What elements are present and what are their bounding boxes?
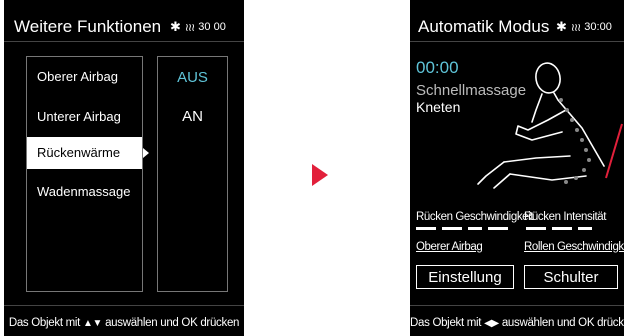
footer-divider [410,305,624,306]
technique-name: Kneten [416,99,461,115]
bluetooth-icon: ✱ [170,19,181,34]
header-divider [410,41,624,42]
back-intensity-label[interactable]: Rücken Intensität [524,211,606,223]
left-status-time: 30 00 [198,21,226,33]
left-footer-hint: Das Objekt mit ▲▼ auswählen und OK drück… [8,317,240,329]
heat-icon: ≀≀≀ [184,21,195,34]
menu-item-lower-airbag[interactable]: Unterer Airbag [27,101,142,133]
selection-arrow-icon [143,148,149,158]
menu-item-back-heat[interactable]: Rückenwärme [27,137,142,169]
back-intensity-level [526,227,592,230]
back-speed-label[interactable]: Rücken Geschwindigkeit [416,211,534,223]
value-off[interactable]: AUS [158,69,227,86]
shoulder-button[interactable]: Schulter [524,265,618,289]
setting-button[interactable]: Einstellung [416,265,514,289]
right-status-time: 30:00 [584,21,612,33]
function-menu: Oberer Airbag Unterer Airbag Rückenwärme… [26,56,143,292]
right-screen: Automatik Modus ✱ ≀≀≀ 30:00 00:00 Schnel… [410,0,624,336]
massage-chair-figure-icon [477,62,623,189]
value-menu: AUS AN [157,56,228,292]
back-speed-level [416,227,508,230]
left-screen: Weitere Funktionen ✱ ≀≀≀ 30 00 Oberer Ai… [4,0,244,336]
left-right-arrows-icon: ◀▶ [484,318,499,329]
roller-speed-label[interactable]: Rollen Geschwindigkeit [524,241,624,253]
transition-arrow-icon [312,164,328,186]
right-screen-title: Automatik Modus [418,17,550,36]
left-status-bar: ✱ ≀≀≀ 30 00 [170,19,226,35]
header-divider [4,41,244,42]
menu-item-calf-massage[interactable]: Wadenmassage [27,176,142,208]
menu-item-upper-airbag[interactable]: Oberer Airbag [27,61,142,93]
timer: 00:00 [416,58,459,77]
bluetooth-icon: ✱ [556,19,567,34]
heat-icon: ≀≀≀ [570,21,581,34]
up-down-arrows-icon: ▲▼ [82,318,103,329]
value-on[interactable]: AN [158,108,227,125]
left-screen-title: Weitere Funktionen [14,17,162,36]
right-status-bar: ✱ ≀≀≀ 30:00 [556,19,612,35]
upper-airbag-label[interactable]: Oberer Airbag [416,241,483,253]
right-footer-hint: Das Objekt mit ◀▶ auswählen und OK drück… [410,317,624,329]
footer-divider [4,305,244,306]
